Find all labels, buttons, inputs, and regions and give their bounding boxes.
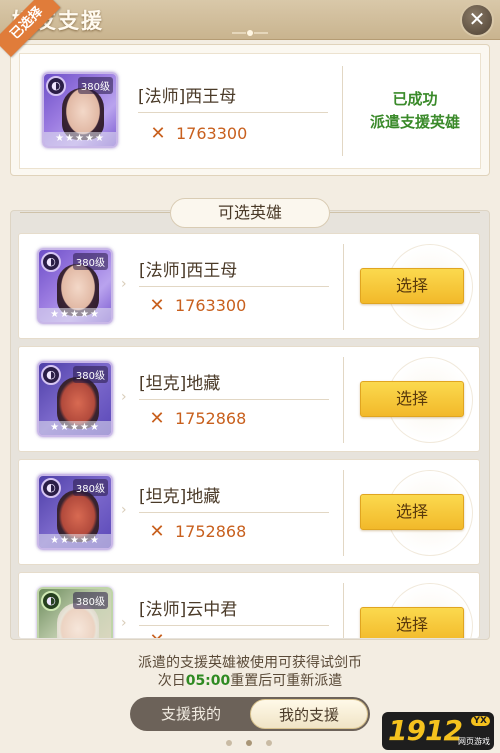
select-button[interactable]: 选择	[360, 494, 464, 530]
hero-name: [法师]西王母	[138, 87, 237, 107]
mage-class-icon: ◐	[41, 252, 61, 272]
reset-note-suffix: 重置后可重新派遣	[230, 673, 343, 689]
selected-hero-card: ◐ 380级 ★★★★★ [法师]西王母 ✕ 1763300 已成功 派遣支援英…	[19, 53, 481, 169]
status-line-2: 派遣支援英雄	[369, 113, 460, 131]
level-badge: 380级	[72, 253, 108, 270]
star-rating: ★★★★★	[39, 308, 111, 322]
vertical-divider	[343, 470, 344, 556]
hero-portrait: ◐ 380级 ★★★★★	[37, 248, 113, 324]
tab-my-support[interactable]: 我的支援	[250, 699, 368, 729]
level-badge: 380级	[72, 592, 108, 609]
status-line-1: 已成功	[392, 90, 438, 108]
vertical-divider	[342, 66, 343, 156]
name-divider	[139, 625, 329, 626]
combat-power: 1763300	[176, 124, 248, 143]
hero-portrait: ◐ 380级 ★★★★★	[37, 474, 113, 550]
hero-portrait: ◐ 380级 ★★★★★	[42, 72, 118, 148]
title-line-left	[20, 212, 170, 213]
select-button[interactable]: 选择	[360, 381, 464, 417]
hero-portrait: ◐ 380级	[37, 587, 113, 638]
chevron-right-icon: ›	[121, 615, 127, 631]
section-title: 可选英雄	[170, 198, 330, 228]
star-rating: ★★★★★	[44, 132, 116, 146]
level-badge: 380级	[72, 366, 108, 383]
name-divider	[139, 286, 329, 287]
close-button[interactable]: ✕	[460, 3, 494, 37]
hero-card: ◐ 380级 ★★★★★ › [坦克]地藏 ✕ 1752868 选择	[18, 459, 480, 565]
chevron-right-icon: ›	[121, 389, 127, 405]
hero-card: ◐ 380级 ★★★★★ › [法师]西王母 ✕ 1763300 选择	[18, 233, 480, 339]
reset-note: 次日05:00重置后可重新派遣	[0, 670, 500, 690]
star-rating: ★★★★★	[39, 421, 111, 435]
site-logo: 1912 YX 网页游戏	[382, 712, 494, 750]
combat-power: 1752868	[175, 522, 247, 541]
mage-class-icon: ◐	[41, 591, 61, 611]
combat-power: 1763300	[175, 296, 247, 315]
name-divider	[139, 399, 329, 400]
crossed-swords-icon: ✕	[147, 631, 167, 639]
crossed-swords-icon: ✕	[150, 123, 166, 144]
logo-subtitle: 网页游戏	[458, 737, 490, 746]
tank-class-icon: ◐	[41, 478, 61, 498]
support-tabs: 支援我的 我的支援	[130, 697, 370, 731]
hero-name: [坦克]地藏	[139, 487, 221, 507]
hero-portrait: ◐ 380级 ★★★★★	[37, 361, 113, 437]
hero-name: [坦克]地藏	[139, 374, 221, 394]
select-button[interactable]: 选择	[360, 607, 464, 638]
hero-name: [法师]西王母	[139, 261, 238, 281]
hero-card: ◐ 380级 ★★★★★ › [坦克]地藏 ✕ 1752868 选择	[18, 346, 480, 452]
vertical-divider	[343, 244, 344, 330]
page-dot	[226, 740, 232, 746]
tab-support-me[interactable]: 支援我的	[132, 699, 250, 729]
mage-class-icon: ◐	[46, 76, 66, 96]
reset-note-prefix: 次日	[157, 673, 186, 689]
select-button[interactable]: 选择	[360, 268, 464, 304]
close-icon: ✕	[468, 7, 486, 31]
page-dot	[266, 740, 272, 746]
combat-power: 1752868	[175, 409, 247, 428]
name-divider	[139, 512, 329, 513]
selected-support-panel: ◐ 380级 ★★★★★ [法师]西王母 ✕ 1763300 已成功 派遣支援英…	[10, 44, 490, 176]
page-indicator	[220, 740, 280, 748]
dispatch-status: 已成功 派遣支援英雄	[350, 88, 480, 134]
vertical-divider	[343, 357, 344, 443]
hero-card: ◐ 380级 › [法师]云中君 ✕ 选择	[18, 572, 480, 638]
logo-number: 1912	[388, 714, 463, 747]
header-bar: 好友支援 ✕	[0, 0, 500, 40]
ornament-icon	[232, 30, 268, 36]
crossed-swords-icon: ✕	[149, 521, 165, 542]
title-line-right	[330, 212, 480, 213]
level-badge: 380级	[72, 479, 108, 496]
tank-class-icon: ◐	[41, 365, 61, 385]
crossed-swords-icon: ✕	[149, 408, 165, 429]
logo-badge: YX	[470, 716, 490, 726]
hero-name: [法师]云中君	[139, 600, 238, 620]
crossed-swords-icon: ✕	[149, 295, 165, 316]
name-divider	[138, 112, 328, 113]
reward-note: 派遣的支援英雄被使用可获得试剑币	[138, 655, 362, 671]
chevron-right-icon: ›	[121, 502, 127, 518]
chevron-right-icon: ›	[121, 276, 127, 292]
level-badge: 380级	[77, 77, 113, 94]
page-dot	[246, 740, 252, 746]
star-rating: ★★★★★	[39, 534, 111, 548]
vertical-divider	[343, 583, 344, 638]
reset-time: 05:00	[185, 673, 231, 689]
